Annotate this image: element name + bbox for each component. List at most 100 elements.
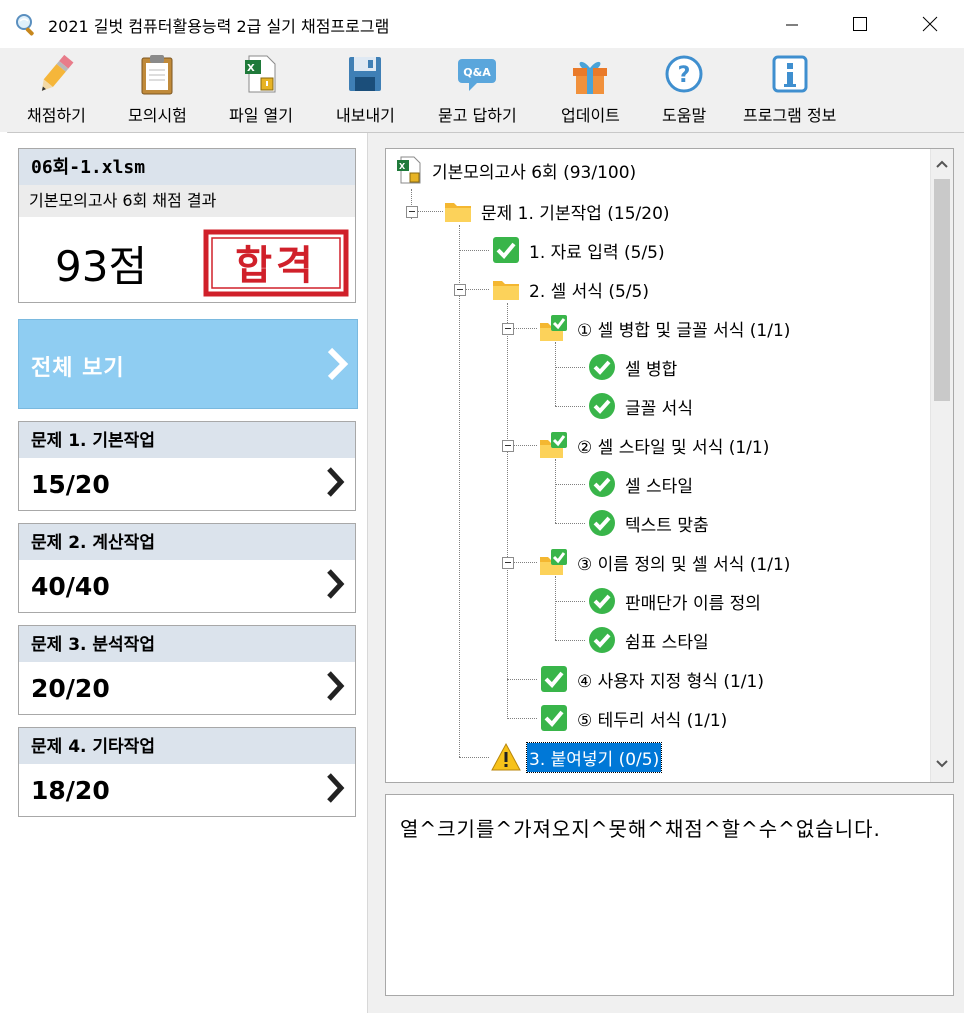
summary-panel: 06회-1.xlsm 기본모의고사 6회 채점 결과 93점 합격 전체 보기 … (7, 133, 367, 1013)
tree-node-cell-style[interactable]: 셀 스타일 (587, 467, 695, 501)
detail-panel: X 기본모의고사 6회 (93/100) 문제 1. 기본작업 (15/20) … (375, 133, 964, 1013)
folder-check-icon (540, 315, 567, 341)
scroll-down-arrow[interactable] (935, 757, 949, 771)
check-box-icon (493, 237, 519, 263)
tree-connector (459, 250, 489, 251)
tree-node-paste[interactable]: 3. 붙여넣기 (0/5) (491, 740, 663, 774)
tree-node-label: 판매단가 이름 정의 (625, 593, 761, 614)
tree-node-label-selected: 3. 붙여넣기 (0/5) (525, 741, 663, 773)
qa-button[interactable]: Q&A 묻고 답하기 (438, 48, 517, 132)
tree-node-label: 2. 셀 서식 (5/5) (529, 281, 649, 302)
collapse-toggle[interactable] (406, 206, 418, 218)
tree-node-cell-format[interactable]: 2. 셀 서식 (5/5) (491, 272, 651, 306)
tree-node-custom-format[interactable]: ④ 사용자 지정 형식 (1/1) (539, 662, 766, 696)
tree-node-label: 텍스트 맞춤 (625, 515, 709, 536)
tree-node-label: ② 셀 스타일 및 서식 (1/1) (577, 437, 770, 458)
help-label: 도움말 (662, 106, 707, 125)
section-card-3[interactable]: 문제 3. 분석작업 20/20 (18, 625, 356, 715)
tree-node-price-name[interactable]: 판매단가 이름 정의 (587, 584, 763, 618)
section-card-1[interactable]: 문제 1. 기본작업 15/20 (18, 421, 356, 511)
result-subtitle: 기본모의고사 6회 채점 결과 (19, 185, 355, 217)
tree-node-font-format[interactable]: 글꼴 서식 (587, 389, 695, 423)
program-info-label: 프로그램 정보 (743, 106, 837, 125)
tree-node-merge-font[interactable]: ① 셀 병합 및 글꼴 서식 (1/1) (539, 311, 792, 345)
open-file-button[interactable]: X 파일 열기 (229, 48, 293, 132)
maximize-button[interactable] (826, 0, 894, 48)
tree-node-data-entry[interactable]: 1. 자료 입력 (5/5) (491, 233, 667, 267)
tree-node-border-format[interactable]: ⑤ 테두리 서식 (1/1) (539, 701, 729, 735)
gift-icon (573, 61, 608, 94)
tree-connector (555, 601, 585, 602)
chevron-right-icon (327, 467, 345, 497)
export-button[interactable]: 내보내기 (336, 48, 395, 132)
warning-icon (491, 742, 521, 771)
mock-exam-button[interactable]: 모의시험 (128, 48, 187, 132)
tree-node-name-define-format[interactable]: ③ 이름 정의 및 셀 서식 (1/1) (539, 545, 792, 579)
folder-icon (445, 203, 471, 222)
tree-connector (555, 459, 556, 523)
collapse-toggle[interactable] (502, 557, 514, 569)
collapse-toggle[interactable] (502, 440, 514, 452)
toolbar: 채점하기 모의시험 X 파일 열기 내보내기 Q&A 묻고 답하기 업데이트 ?… (0, 48, 964, 133)
tree-node-cell-merge[interactable]: 셀 병합 (587, 350, 679, 384)
minimize-icon (786, 24, 798, 26)
scroll-up-arrow[interactable] (935, 157, 949, 171)
collapse-toggle[interactable] (502, 323, 514, 335)
svg-text:Q&A: Q&A (464, 66, 492, 79)
grade-button-label: 채점하기 (27, 106, 86, 125)
excel-file-icon: X (244, 55, 276, 93)
section-card-4[interactable]: 문제 4. 기타작업 18/20 (18, 727, 356, 817)
tree-connector (555, 367, 585, 368)
maximize-icon (853, 17, 867, 31)
chevron-down-icon (936, 760, 948, 768)
chevron-up-icon (936, 160, 948, 168)
tree-connector (555, 342, 556, 406)
grading-message: 열^크기를^가져오지^못해^채점^할^수^없습니다. (400, 817, 881, 841)
close-button[interactable] (896, 0, 964, 48)
minimize-button[interactable] (758, 0, 826, 48)
section-card-2[interactable]: 문제 2. 계산작업 40/40 (18, 523, 356, 613)
scroll-thumb[interactable] (934, 179, 950, 401)
tree-root-label: 기본모의고사 6회 (93/100) (432, 162, 637, 183)
update-button[interactable]: 업데이트 (561, 48, 620, 132)
svg-text:X: X (247, 63, 255, 74)
tree-node-label: ④ 사용자 지정 형식 (1/1) (577, 671, 764, 692)
svg-text:?: ? (678, 63, 691, 88)
tree-vertical-scrollbar[interactable] (930, 149, 953, 782)
section-score: 20/20 (31, 674, 110, 703)
section-title: 문제 4. 기타작업 (19, 728, 355, 764)
grade-button[interactable]: 채점하기 (27, 48, 86, 132)
tree-node-label: 1. 자료 입력 (5/5) (529, 242, 665, 263)
collapse-toggle[interactable] (454, 284, 466, 296)
qa-label: 묻고 답하기 (438, 106, 517, 125)
tree-node-text-align[interactable]: 텍스트 맞춤 (587, 506, 711, 540)
folder-check-icon (540, 432, 567, 458)
grading-tree[interactable]: X 기본모의고사 6회 (93/100) 문제 1. 기본작업 (15/20) … (385, 148, 954, 783)
close-icon (922, 16, 938, 32)
full-view-label: 전체 보기 (31, 356, 125, 381)
check-circle-icon (589, 354, 615, 380)
section-score: 15/20 (31, 470, 110, 499)
tree-node-label: 셀 스타일 (625, 476, 693, 497)
tree-connector (459, 757, 489, 758)
section-score: 40/40 (31, 572, 110, 601)
window-title: 2021 길벗 컴퓨터활용능력 2급 실기 채점프로그램 (48, 17, 390, 36)
program-info-button[interactable]: 프로그램 정보 (743, 48, 836, 132)
check-circle-icon (589, 588, 615, 614)
tree-node-cell-style-format[interactable]: ② 셀 스타일 및 서식 (1/1) (539, 428, 771, 462)
tree-node-problem-1[interactable]: 문제 1. 기본작업 (15/20) (443, 194, 672, 228)
check-box-icon (541, 705, 567, 731)
open-file-label: 파일 열기 (229, 106, 293, 125)
tree-connector (507, 679, 537, 680)
svg-text:X: X (399, 162, 406, 171)
help-button[interactable]: ? 도움말 (662, 48, 706, 132)
tree-connector (555, 640, 585, 641)
tree-node-comma-style[interactable]: 쉼표 스타일 (587, 623, 711, 657)
help-icon: ? (665, 55, 703, 93)
app-window: 2021 길벗 컴퓨터활용능력 2급 실기 채점프로그램 채점하기 모의시험 X… (0, 0, 964, 1013)
chevron-right-icon (327, 773, 345, 803)
full-view-button[interactable]: 전체 보기 (18, 319, 358, 409)
pass-stamp-icon: 합격 (203, 229, 349, 297)
svg-text:합격: 합격 (235, 243, 317, 289)
tree-root[interactable]: X 기본모의고사 6회 (93/100) (394, 153, 638, 187)
